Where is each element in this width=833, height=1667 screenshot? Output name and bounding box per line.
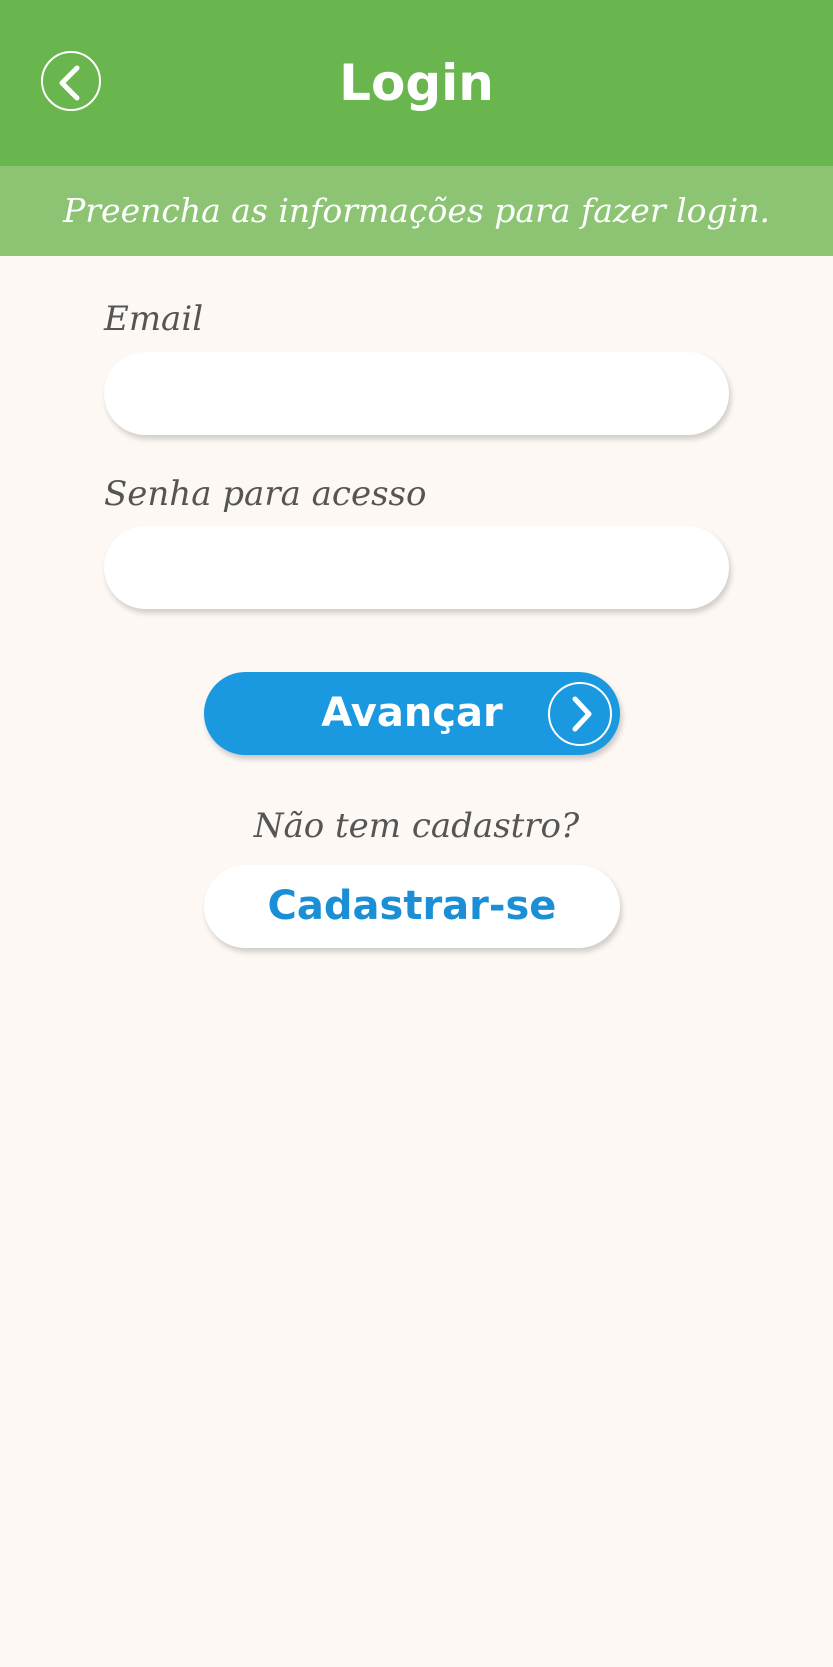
page-title: Login [339,54,494,112]
email-label: Email [104,299,204,339]
instruction-text: Preencha as informações para fazer login… [63,191,770,230]
signup-button[interactable]: Cadastrar-se [204,865,620,948]
signup-button-label: Cadastrar-se [267,883,557,929]
signup-prompt: Não tem cadastro? [253,806,580,846]
email-field[interactable] [104,352,729,435]
advance-button[interactable]: Avançar [204,672,620,755]
password-label: Senha para acesso [104,474,427,514]
chevron-right-icon [548,682,612,746]
instruction-banner: Preencha as informações para fazer login… [0,166,833,256]
app-header: Login [0,0,833,166]
password-field[interactable] [104,526,729,609]
